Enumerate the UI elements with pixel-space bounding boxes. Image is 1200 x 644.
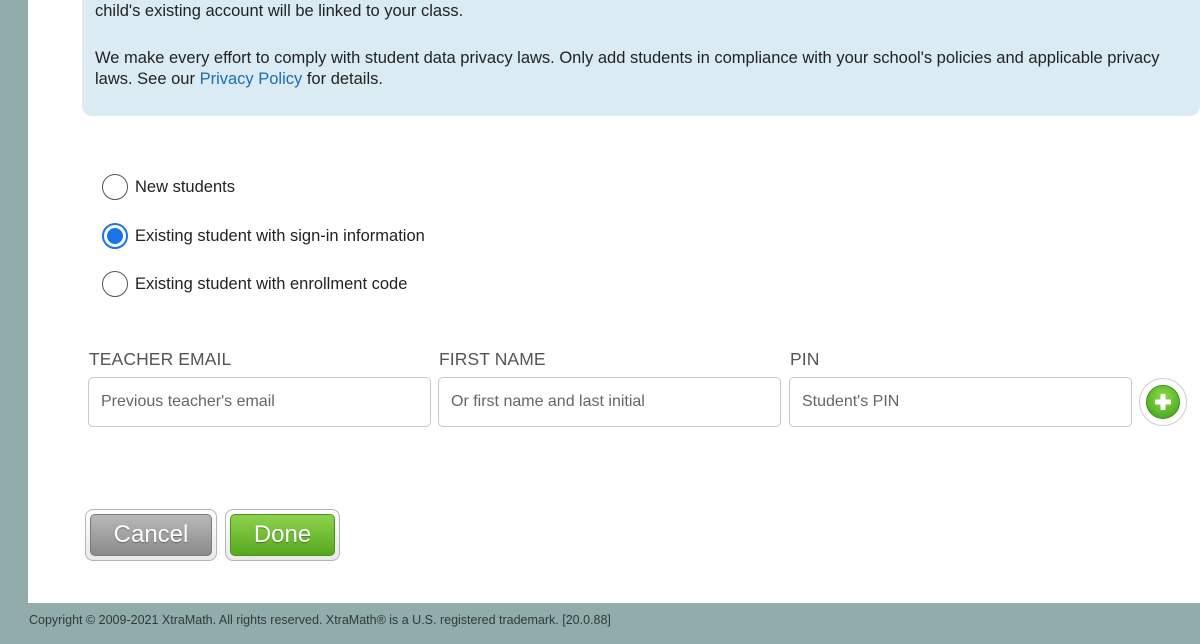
add-student-button[interactable]	[1139, 378, 1187, 426]
option-label: Existing student with enrollment code	[135, 274, 408, 293]
teacher-email-label: TEACHER EMAIL	[89, 349, 232, 369]
main-panel: Don't worry if your students already hav…	[28, 0, 1200, 603]
first-name-label: FIRST NAME	[439, 349, 546, 369]
teacher-email-input[interactable]	[88, 377, 431, 427]
done-button[interactable]: Done	[225, 509, 340, 561]
pin-input[interactable]	[789, 377, 1132, 427]
option-new-students[interactable]: New students	[102, 173, 235, 201]
info-paragraph-privacy: We make every effort to comply with stud…	[95, 48, 1186, 90]
pin-label: PIN	[790, 349, 820, 369]
option-label: New students	[135, 177, 235, 196]
privacy-policy-link[interactable]: Privacy Policy	[200, 70, 303, 88]
radio-new-students[interactable]	[102, 174, 128, 200]
copyright-footer: Copyright © 2009-2021 XtraMath. All righ…	[29, 613, 611, 627]
first-name-input[interactable]	[438, 377, 781, 427]
radio-existing-enrollment-code[interactable]	[102, 271, 128, 297]
cancel-button[interactable]: Cancel	[85, 509, 217, 561]
privacy-text-after: for details.	[302, 70, 383, 88]
radio-existing-sign-in[interactable]	[102, 223, 128, 249]
done-button-label: Done	[230, 514, 335, 556]
plus-circle-icon	[1146, 385, 1180, 419]
option-existing-enrollment-code[interactable]: Existing student with enrollment code	[102, 270, 407, 298]
cancel-button-label: Cancel	[90, 514, 212, 556]
info-paragraph-accounts: Don't worry if your students already hav…	[95, 2, 464, 20]
info-box: Don't worry if your students already hav…	[82, 0, 1200, 116]
radio-selected-dot	[107, 228, 123, 244]
option-label: Existing student with sign-in informatio…	[135, 226, 425, 245]
option-existing-sign-in[interactable]: Existing student with sign-in informatio…	[102, 222, 425, 250]
